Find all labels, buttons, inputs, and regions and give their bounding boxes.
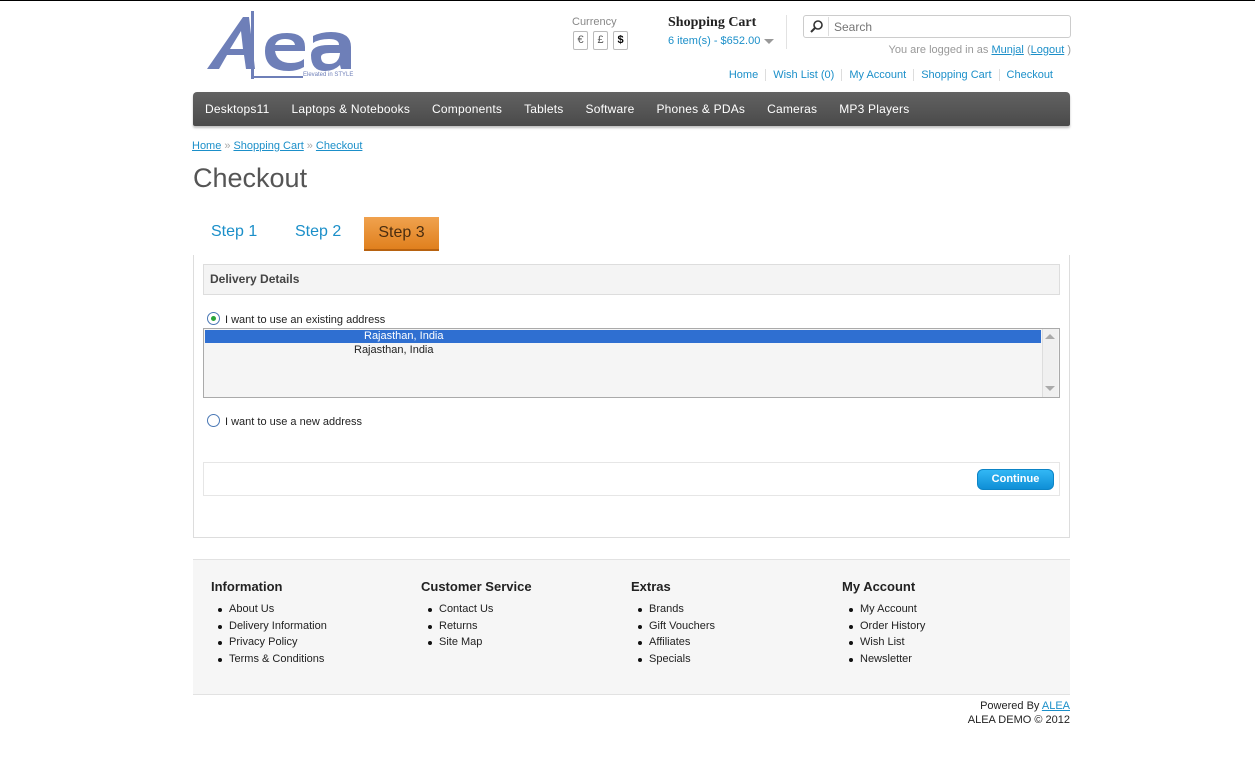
footer-link-delivery[interactable]: Delivery Information <box>218 618 327 635</box>
tab-step-3[interactable]: Step 3 <box>364 217 439 251</box>
footer-link-terms[interactable]: Terms & Conditions <box>218 651 327 668</box>
footer-column-extras: Extras Brands Gift Vouchers Affiliates S… <box>631 579 715 668</box>
footer-link-returns[interactable]: Returns <box>428 618 532 635</box>
footer-heading: Customer Service <box>421 579 532 594</box>
menu-item-tablets[interactable]: Tablets <box>513 102 574 116</box>
footer-link-vouchers[interactable]: Gift Vouchers <box>638 618 715 635</box>
top-link-home[interactable]: Home <box>722 69 765 81</box>
menu-item-mp3[interactable]: MP3 Players <box>828 102 920 116</box>
top-links: Home Wish List (0) My Account Shopping C… <box>722 69 1060 81</box>
footer-link-specials[interactable]: Specials <box>638 651 715 668</box>
footer-link-sitemap[interactable]: Site Map <box>428 634 532 651</box>
footer-link-affiliates[interactable]: Affiliates <box>638 634 715 651</box>
currency-euro-button[interactable]: € <box>573 31 588 50</box>
account-user-link[interactable]: Munjal <box>991 44 1023 56</box>
footer-heading: My Account <box>842 579 916 594</box>
footer-link-wishlist[interactable]: Wish List <box>849 634 925 651</box>
top-link-wishlist[interactable]: Wish List (0) <box>765 69 841 81</box>
currency-pound-button[interactable]: £ <box>593 31 608 50</box>
footer-link-my-account[interactable]: My Account <box>849 601 925 618</box>
delivery-details-heading: Delivery Details <box>203 264 1060 295</box>
paren-close: ) <box>1067 44 1071 56</box>
existing-address-radio[interactable] <box>207 312 220 325</box>
new-address-radio[interactable] <box>207 414 220 427</box>
footer-link-newsletter[interactable]: Newsletter <box>849 651 925 668</box>
continue-bar <box>203 462 1060 496</box>
powered-by-link[interactable]: ALEA <box>1042 700 1070 712</box>
footer-link-order-history[interactable]: Order History <box>849 618 925 635</box>
scroll-up-icon[interactable] <box>1045 334 1055 339</box>
menu-item-cameras[interactable]: Cameras <box>756 102 828 116</box>
breadcrumb: Home» Shopping Cart» Checkout <box>192 140 362 152</box>
search-icon[interactable] <box>805 17 829 36</box>
footer-link-brands[interactable]: Brands <box>638 601 715 618</box>
footer-heading: Information <box>211 579 283 594</box>
main-menu: Desktops11 Laptops & Notebooks Component… <box>193 92 1070 126</box>
breadcrumb-separator: » <box>306 140 313 152</box>
footer-column-my-account: My Account My Account Order History Wish… <box>842 579 925 668</box>
footer-link-privacy[interactable]: Privacy Policy <box>218 634 327 651</box>
cart-summary-link[interactable]: 6 item(s) - $652.00 <box>668 35 760 47</box>
breadcrumb-checkout[interactable]: Checkout <box>316 140 362 152</box>
menu-item-laptops[interactable]: Laptops & Notebooks <box>280 102 421 116</box>
existing-address-label: I want to use an existing address <box>225 314 386 326</box>
breadcrumb-cart[interactable]: Shopping Cart <box>233 140 303 152</box>
currency-label: Currency <box>572 16 617 28</box>
footer-column-customer-service: Customer Service Contact Us Returns Site… <box>421 579 532 651</box>
menu-item-phones[interactable]: Phones & PDAs <box>645 102 756 116</box>
scroll-down-icon[interactable] <box>1045 386 1055 391</box>
tab-step-1[interactable]: Step 1 <box>211 223 257 241</box>
menu-item-desktops[interactable]: Desktops11 <box>194 102 280 116</box>
site-logo[interactable]: Elevated in STYLE <box>205 11 370 83</box>
menu-item-software[interactable]: Software <box>575 102 646 116</box>
cart-title: Shopping Cart <box>668 15 757 30</box>
top-link-checkout[interactable]: Checkout <box>998 69 1060 81</box>
top-link-my-account[interactable]: My Account <box>841 69 913 81</box>
footer-column-information: Information About Us Delivery Informatio… <box>211 579 327 668</box>
powered-by: Powered By ALEA <box>980 700 1070 712</box>
cart-dropdown-icon[interactable] <box>764 39 774 44</box>
new-address-label: I want to use a new address <box>225 416 362 428</box>
login-status: You are logged in as Munjal (Logout ) <box>889 44 1072 56</box>
search-input[interactable] <box>830 17 1068 36</box>
continue-button[interactable]: Continue <box>977 469 1054 490</box>
address-option-selected[interactable]: Rajasthan, India <box>205 330 1041 343</box>
login-prefix: You are logged in as <box>888 44 989 56</box>
menu-item-components[interactable]: Components <box>421 102 513 116</box>
powered-by-text: Powered By <box>980 700 1040 712</box>
breadcrumb-separator: » <box>224 140 231 152</box>
logo-tagline: Elevated in STYLE <box>303 72 354 78</box>
tab-step-2[interactable]: Step 2 <box>295 223 341 241</box>
footer-link-about[interactable]: About Us <box>218 601 327 618</box>
footer-link-contact[interactable]: Contact Us <box>428 601 532 618</box>
breadcrumb-home[interactable]: Home <box>192 140 221 152</box>
header-divider <box>786 15 787 49</box>
currency-dollar-button[interactable]: $ <box>613 31 628 50</box>
copyright: ALEA DEMO © 2012 <box>967 714 1070 726</box>
logout-link[interactable]: Logout <box>1031 44 1065 56</box>
address-option[interactable]: Rajasthan, India <box>205 344 1041 357</box>
footer-heading: Extras <box>631 579 671 594</box>
top-link-shopping-cart[interactable]: Shopping Cart <box>913 69 998 81</box>
page-title: Checkout <box>193 163 308 193</box>
